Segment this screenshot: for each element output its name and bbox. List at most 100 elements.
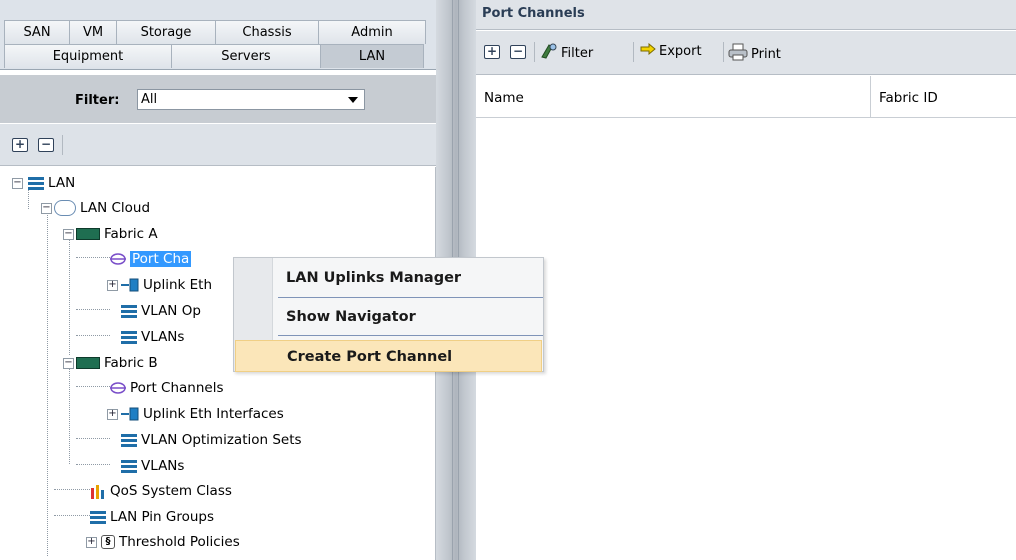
tree-node-label: LAN Cloud: [80, 200, 151, 216]
export-button[interactable]: Export: [640, 42, 702, 59]
tree-node-label: VLAN Optimization Sets: [141, 432, 302, 448]
tree-node-lan-cloud[interactable]: LAN Cloud: [54, 197, 150, 219]
plus-icon: +: [486, 44, 498, 58]
add-button[interactable]: +: [484, 45, 500, 59]
filter-icon: [540, 43, 558, 63]
minus-icon: −: [512, 44, 524, 58]
fabric-interconnect-icon: [76, 357, 100, 369]
tree-node-uplink-eth-a[interactable]: Uplink Eth: [121, 274, 212, 296]
port-channel-icon: [110, 251, 126, 267]
column-header-fabric-id[interactable]: Fabric ID: [879, 90, 938, 106]
tree-node-vlans-b[interactable]: VLANs: [121, 455, 184, 477]
filter-label: Filter:: [75, 93, 120, 108]
nav-tabs: SAN VM Storage Chassis Admin Equipment S…: [0, 0, 436, 70]
printer-icon: [728, 43, 748, 65]
tab-servers[interactable]: Servers: [171, 44, 321, 68]
menu-separator: [278, 335, 543, 336]
pin-group-icon: [90, 510, 106, 524]
delete-button[interactable]: −: [510, 45, 526, 59]
tree-node-label: Threshold Policies: [119, 534, 240, 550]
vlan-icon: [121, 304, 137, 318]
tree-node-qos-system-class[interactable]: QoS System Class: [90, 480, 232, 502]
tab-admin[interactable]: Admin: [318, 20, 426, 44]
tab-chassis[interactable]: Chassis: [215, 20, 319, 44]
panel-title: Port Channels: [482, 6, 585, 21]
collapse-toggle[interactable]: −: [63, 358, 74, 369]
toolbar-divider: [62, 135, 63, 155]
column-header-name[interactable]: Name: [484, 90, 524, 106]
column-divider[interactable]: [870, 76, 871, 118]
tree-line: [69, 237, 70, 355]
print-button[interactable]: Print: [728, 43, 781, 65]
menu-item-show-navigator[interactable]: Show Navigator: [235, 301, 542, 333]
export-button-label: Export: [659, 43, 702, 59]
tree-node-vlan-opt-b[interactable]: VLAN Optimization Sets: [121, 429, 302, 451]
vlan-icon: [121, 330, 137, 344]
tree-line: [76, 335, 110, 336]
nav-tab-row-1: SAN VM Storage Chassis Admin: [4, 20, 426, 44]
tree-line: [76, 257, 110, 258]
policy-icon: §: [101, 535, 115, 549]
uplink-icon: [121, 278, 139, 292]
tree-node-vlan-opt-a[interactable]: VLAN Op: [121, 300, 201, 322]
filter-dropdown[interactable]: All: [137, 89, 365, 110]
toolbar-divider: [723, 42, 724, 62]
tree-node-label: Port Channels: [130, 380, 224, 396]
collapse-all-button[interactable]: −: [38, 138, 54, 152]
chevron-down-icon: [348, 97, 358, 103]
tree-node-port-channels-b[interactable]: Port Channels: [110, 377, 224, 399]
tab-equipment[interactable]: Equipment: [4, 44, 172, 68]
minus-icon: −: [40, 137, 52, 151]
filter-bar: Filter: All: [0, 75, 436, 123]
fabric-interconnect-icon: [76, 228, 100, 240]
tree-line: [54, 515, 90, 516]
content-pane: Port Channels + − Filter Export Print Na…: [476, 0, 1016, 560]
tab-vm[interactable]: VM: [69, 20, 117, 44]
tree-node-threshold-policies[interactable]: § Threshold Policies: [101, 531, 240, 553]
tree-line: [76, 464, 110, 465]
menu-item-lan-uplinks-manager[interactable]: LAN Uplinks Manager: [235, 262, 542, 294]
tree-node-lan-pin-groups[interactable]: LAN Pin Groups: [90, 506, 214, 528]
nav-tab-row-2: Equipment Servers LAN: [4, 44, 424, 68]
table-header: Name Fabric ID: [476, 76, 1016, 118]
qos-icon: [90, 484, 106, 499]
tree-node-uplink-eth-b[interactable]: Uplink Eth Interfaces: [121, 403, 284, 425]
tree-node-label: VLANs: [141, 329, 185, 345]
collapse-toggle[interactable]: −: [63, 229, 74, 240]
menu-item-create-port-channel[interactable]: Create Port Channel: [235, 340, 542, 372]
toolbar-divider: [633, 42, 634, 62]
collapse-toggle[interactable]: −: [12, 178, 23, 189]
tree-node-lan[interactable]: LAN: [28, 172, 75, 194]
expand-toggle[interactable]: +: [86, 537, 97, 548]
expand-all-button[interactable]: +: [12, 138, 28, 152]
tree-node-fabric-b[interactable]: Fabric B: [76, 352, 158, 374]
tab-storage[interactable]: Storage: [116, 20, 216, 44]
context-menu: LAN Uplinks Manager Show Navigator Creat…: [233, 257, 544, 372]
filter-button[interactable]: Filter: [540, 43, 593, 63]
collapse-toggle[interactable]: −: [41, 203, 52, 214]
tree-node-label: QoS System Class: [110, 483, 232, 499]
lan-icon: [28, 176, 44, 190]
tree-node-fabric-a[interactable]: Fabric A: [76, 223, 158, 245]
tab-san[interactable]: SAN: [4, 20, 70, 44]
arrow-right-icon: [640, 42, 656, 59]
tree-node-label: VLAN Op: [141, 303, 201, 319]
tree-node-label: Uplink Eth Interfaces: [143, 406, 284, 422]
tree-node-label: Uplink Eth: [143, 277, 212, 293]
tree-node-label: LAN Pin Groups: [110, 509, 215, 525]
tree-line: [76, 309, 110, 310]
tree-node-port-channels-a[interactable]: Port Cha: [110, 248, 192, 270]
expand-toggle[interactable]: +: [107, 280, 118, 291]
tree-line: [54, 489, 90, 490]
vlan-icon: [121, 433, 137, 447]
tree-node-label: VLANs: [141, 458, 185, 474]
tree-node-vlans-a[interactable]: VLANs: [121, 326, 184, 348]
tree-line: [76, 386, 110, 387]
expand-toggle[interactable]: +: [107, 409, 118, 420]
tab-lan[interactable]: LAN: [320, 44, 424, 68]
plus-icon: +: [14, 137, 26, 151]
tree-node-label: Port Cha: [130, 251, 192, 267]
cloud-icon: [54, 200, 76, 216]
tree-line: [47, 211, 48, 556]
uplink-icon: [121, 407, 139, 421]
